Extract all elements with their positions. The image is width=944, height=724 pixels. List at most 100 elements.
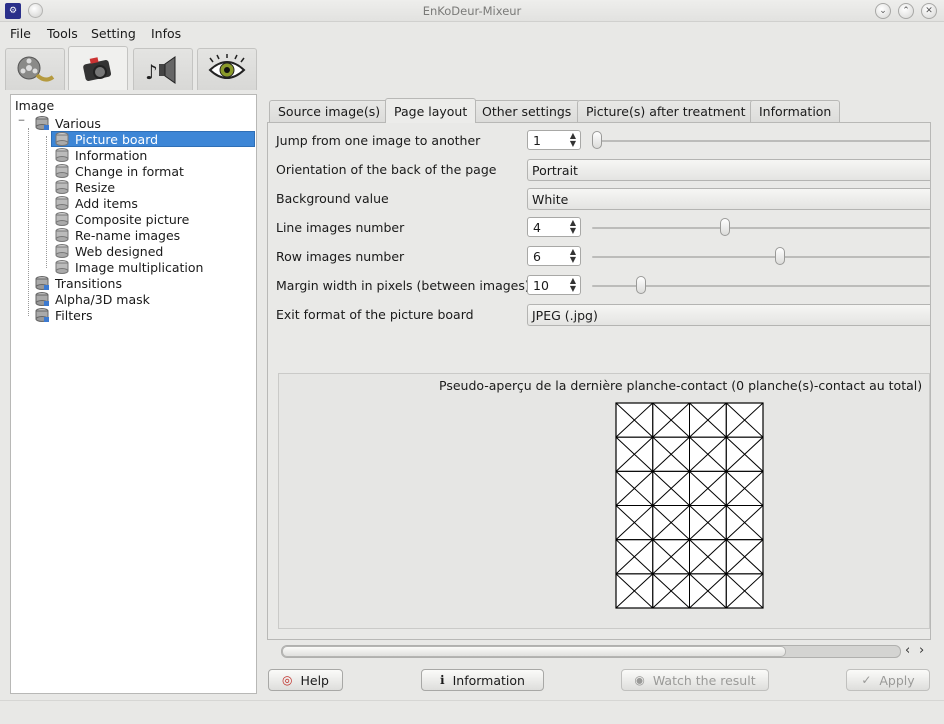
database-icon — [55, 260, 69, 274]
database-icon — [35, 276, 49, 290]
line-images-spinbox[interactable]: 4 ▲ ▼ — [527, 217, 581, 237]
eye-icon: ◉ — [634, 673, 645, 687]
margin-slider-handle[interactable] — [635, 276, 646, 294]
scrollbar-thumb[interactable] — [282, 646, 786, 657]
film-reel-icon — [17, 56, 55, 82]
database-icon — [55, 196, 69, 210]
tree-item-alpha-mask[interactable]: Alpha/3D mask — [35, 291, 150, 307]
database-icon — [55, 164, 69, 178]
tree-item-change-format[interactable]: Change in format — [55, 163, 184, 179]
preview-title: Pseudo-aperçu de la dernière planche-con… — [439, 378, 923, 393]
tab-audio[interactable]: ♪ — [133, 48, 193, 90]
database-icon — [55, 180, 69, 194]
help-button-label: Help — [300, 672, 329, 688]
database-icon — [55, 244, 69, 258]
background-label: Background value — [276, 191, 389, 206]
speaker-icon: ♪ — [145, 55, 176, 84]
jump-slider-track[interactable] — [592, 140, 930, 142]
row-images-slider-handle[interactable] — [774, 247, 785, 265]
tree-item-label: Image multiplication — [75, 259, 204, 275]
tree-panel[interactable]: Image — [10, 94, 257, 694]
tree-item-label: Information — [75, 147, 148, 163]
tree-item-label: Add items — [75, 195, 138, 211]
jump-slider-handle[interactable] — [592, 131, 602, 149]
spin-arrows-icon[interactable]: ▲ ▼ — [570, 248, 576, 264]
eye-icon — [208, 53, 246, 79]
line-images-value: 4 — [533, 220, 541, 235]
tab-page-layout[interactable]: Page layout — [385, 98, 477, 123]
orientation-label: Orientation of the back of the page — [276, 162, 497, 177]
tab-video[interactable] — [5, 48, 65, 90]
database-icon — [35, 116, 49, 130]
exit-format-label: Exit format of the picture board — [276, 307, 474, 322]
tree-item-label: Alpha/3D mask — [55, 291, 150, 307]
tab-source-images[interactable]: Source image(s) — [269, 100, 390, 122]
row-images-value: 6 — [533, 249, 541, 264]
menu-infos[interactable]: Infos — [151, 26, 181, 41]
tree-item-filters[interactable]: Filters — [35, 307, 92, 323]
tab-information[interactable]: Information — [750, 100, 841, 122]
tree-item-information[interactable]: Information — [55, 147, 147, 163]
minimize-button[interactable]: ⌄ — [875, 3, 891, 19]
help-button[interactable]: ◎ Help — [268, 669, 343, 691]
row-images-label: Row images number — [276, 249, 405, 264]
preview-area — [278, 373, 930, 629]
tree-item-rename-images[interactable]: Re-name images — [55, 227, 180, 243]
tree-item-web-designed[interactable]: Web designed — [55, 243, 163, 259]
checkmark-icon: ✓ — [861, 673, 872, 687]
information-button-label: Information — [452, 672, 525, 688]
tree-item-add-items[interactable]: Add items — [55, 195, 138, 211]
tree-item-various[interactable]: Various — [35, 115, 101, 131]
tree-item-picture-board[interactable]: Picture board — [51, 131, 255, 147]
tree-guide — [28, 128, 29, 316]
row-images-spinbox[interactable]: 6 ▲ ▼ — [527, 246, 581, 266]
apply-button[interactable]: ✓ Apply — [846, 669, 930, 691]
scroll-right-icon[interactable]: › — [919, 643, 924, 658]
status-bar — [0, 700, 944, 724]
tab-image[interactable] — [68, 46, 128, 90]
spin-arrows-icon[interactable]: ▲ ▼ — [570, 277, 576, 293]
tree-item-label: Web designed — [75, 243, 164, 259]
tree-guide — [46, 136, 47, 268]
info-icon: ℹ — [440, 673, 445, 687]
tab-other-settings[interactable]: Other settings — [473, 100, 581, 122]
database-icon — [55, 132, 69, 146]
tree-item-label: Change in format — [75, 163, 184, 179]
jump-spinbox[interactable]: 1 ▲ ▼ — [527, 130, 581, 150]
tree-item-composite-picture[interactable]: Composite picture — [55, 211, 189, 227]
tree-item-label: Picture board — [75, 131, 159, 147]
watch-result-button[interactable]: ◉ Watch the result — [621, 669, 769, 691]
database-icon — [35, 308, 49, 322]
horizontal-scrollbar[interactable]: ‹ › — [269, 643, 929, 660]
menu-setting[interactable]: Setting — [91, 26, 136, 41]
line-images-label: Line images number — [276, 220, 405, 235]
margin-spinbox[interactable]: 10 ▲ ▼ — [527, 275, 581, 295]
spin-arrows-icon[interactable]: ▲ ▼ — [570, 219, 576, 235]
close-button[interactable]: ✕ — [921, 3, 937, 19]
menu-tools[interactable]: Tools — [47, 26, 78, 41]
orientation-combo[interactable]: Portrait — [527, 159, 930, 181]
tree-item-image-multiplication[interactable]: Image multiplication — [55, 259, 203, 275]
collapse-toggle[interactable]: − — [17, 117, 26, 127]
exit-format-combo[interactable]: JPEG (.jpg) — [527, 304, 930, 326]
scroll-left-icon[interactable]: ‹ — [905, 643, 910, 658]
background-combo[interactable]: White — [527, 188, 930, 210]
jump-value: 1 — [533, 133, 541, 148]
tree-item-resize[interactable]: Resize — [55, 179, 115, 195]
database-icon — [55, 148, 69, 162]
menu-file[interactable]: File — [10, 26, 31, 41]
line-images-slider-handle[interactable] — [720, 218, 731, 236]
spin-arrows-icon[interactable]: ▲ ▼ — [570, 132, 576, 148]
tree-item-transitions[interactable]: Transitions — [35, 275, 122, 291]
row-images-slider-track[interactable] — [592, 256, 930, 258]
title-bar: ⚙ EnKoDeur-Mixeur ⌄ ⌃ ✕ — [0, 0, 944, 22]
line-images-slider-track[interactable] — [592, 227, 930, 229]
watch-result-button-label: Watch the result — [652, 672, 756, 688]
information-button[interactable]: ℹ Information — [421, 669, 544, 691]
tab-preview[interactable] — [197, 48, 257, 90]
tree-item-label: Composite picture — [75, 211, 190, 227]
tree-item-label: Various — [55, 115, 101, 131]
tab-pictures-after-treatment[interactable]: Picture(s) after treatment — [577, 100, 755, 122]
maximize-button[interactable]: ⌃ — [898, 3, 914, 19]
camera-icon — [83, 56, 112, 81]
